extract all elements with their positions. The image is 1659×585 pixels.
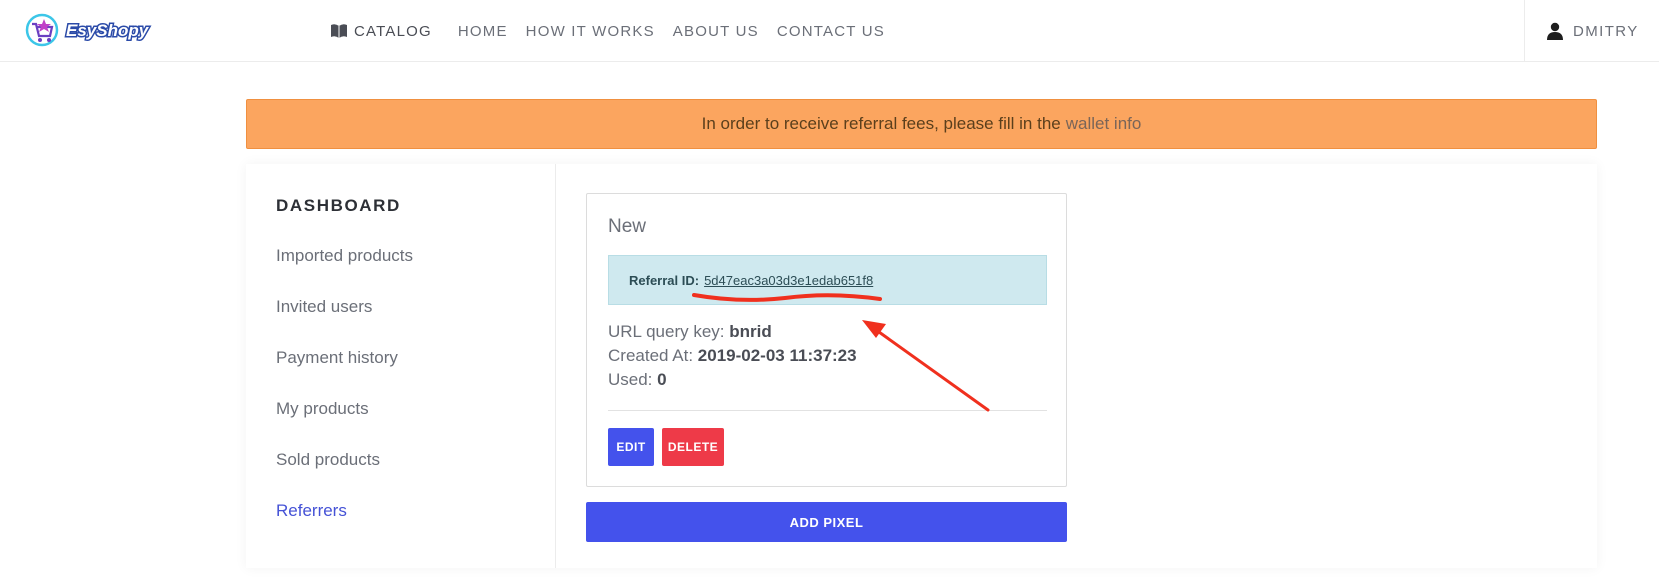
book-icon — [331, 24, 347, 38]
nav-about-us[interactable]: ABOUT US — [673, 23, 759, 40]
sidebar-item-referrers[interactable]: Referrers — [276, 501, 347, 521]
nav-home[interactable]: HOME — [458, 23, 508, 40]
wallet-alert: In order to receive referral fees, pleas… — [246, 99, 1597, 149]
logo-text: EsyShopy — [66, 21, 150, 40]
sidebar-item-invited-users[interactable]: Invited users — [276, 297, 372, 317]
sidebar-title: DASHBOARD — [276, 196, 401, 215]
sidebar-item-my-products[interactable]: My products — [276, 399, 369, 419]
edit-button[interactable]: EDIT — [608, 428, 654, 466]
sidebar-item-sold-products[interactable]: Sold products — [276, 450, 380, 470]
nav-catalog-label: CATALOG — [354, 22, 432, 40]
created-at-label: Created At: — [608, 346, 694, 365]
used-value: 0 — [657, 370, 667, 389]
alert-text: In order to receive referral fees, pleas… — [701, 114, 1061, 133]
top-header: EsyShopy CATALOG HOME HOW IT WORKS ABOUT… — [0, 0, 1659, 62]
created-at-value: 2019-02-03 11:37:23 — [697, 346, 857, 365]
add-pixel-button[interactable]: ADD PIXEL — [586, 502, 1067, 542]
url-query-key-row: URL query key: bnrid — [608, 322, 772, 342]
url-query-key-value: bnrid — [729, 322, 772, 341]
referral-id-link[interactable]: 5d47eac3a03d3e1edab651f8 — [704, 273, 873, 288]
referrer-title: New — [608, 216, 647, 237]
user-name: DMITRY — [1573, 22, 1639, 40]
card-divider — [608, 410, 1047, 411]
sidebar-item-imported-products[interactable]: Imported products — [276, 246, 413, 266]
nav-how-it-works[interactable]: HOW IT WORKS — [526, 23, 655, 40]
delete-button[interactable]: DELETE — [662, 428, 724, 466]
nav-contact-us[interactable]: CONTACT US — [777, 23, 885, 40]
nav-home-label: HOME — [457, 22, 508, 40]
referrer-card: New Referral ID: 5d47eac3a03d3e1edab651f… — [586, 193, 1067, 487]
main-nav: CATALOG HOME HOW IT WORKS ABOUT US CONTA… — [330, 0, 903, 62]
user-icon — [1547, 22, 1563, 40]
sidebar-item-payment-history[interactable]: Payment history — [276, 348, 398, 368]
used-row: Used: 0 — [608, 370, 667, 390]
url-query-key-label: URL query key: — [608, 322, 725, 341]
used-label: Used: — [608, 370, 653, 389]
user-menu[interactable]: DMITRY — [1524, 0, 1659, 62]
sidebar: DASHBOARD Imported products Invited user… — [246, 164, 556, 568]
site-logo[interactable]: EsyShopy — [24, 10, 164, 50]
created-at-row: Created At: 2019-02-03 11:37:23 — [608, 346, 857, 366]
nav-catalog[interactable]: CATALOG — [330, 23, 432, 40]
referral-id-box: Referral ID: 5d47eac3a03d3e1edab651f8 — [608, 255, 1047, 305]
nav-how-it-works-label: HOW IT WORKS — [525, 22, 655, 40]
wallet-info-link[interactable]: wallet info — [1066, 114, 1142, 134]
nav-contact-us-label: CONTACT US — [776, 22, 885, 40]
dashboard-panel: DASHBOARD Imported products Invited user… — [246, 164, 1597, 568]
referral-id-label: Referral ID: — [629, 272, 700, 288]
nav-about-us-label: ABOUT US — [672, 22, 759, 40]
